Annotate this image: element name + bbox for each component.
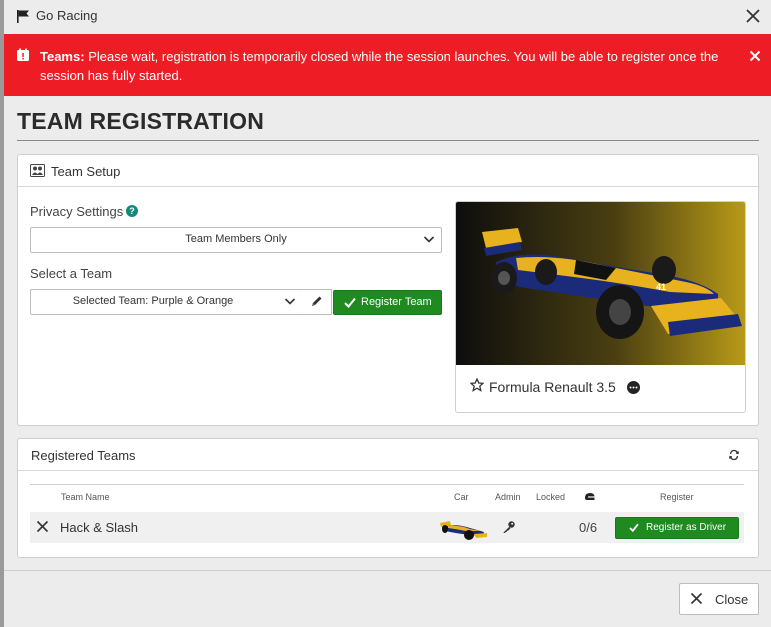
helmet-icon [585, 493, 595, 500]
check-icon [344, 297, 356, 308]
table-top-rule [30, 484, 744, 485]
close-label: Close [715, 592, 749, 607]
refresh-icon[interactable] [729, 449, 739, 461]
team-registration-dialog: Go Racing Teams: Please wait, registrati… [4, 0, 771, 627]
column-team-name: Team Name [61, 492, 110, 502]
select-team-label: Select a Team [30, 266, 113, 281]
privacy-settings-value: Team Members Only [185, 233, 287, 245]
drivers-count-cell: 0/6 [579, 520, 598, 535]
column-register: Register [660, 492, 694, 502]
footer-divider [4, 570, 771, 571]
help-icon[interactable]: ? [126, 205, 138, 217]
team-members-icon [30, 164, 45, 177]
registered-teams-header: Registered Teams [18, 439, 758, 471]
car-name: Formula Renault 3.5 [489, 379, 616, 395]
register-team-label: Register Team [361, 296, 432, 308]
page-title: TEAM REGISTRATION [17, 108, 265, 134]
star-icon[interactable] [470, 378, 484, 392]
car-card: 41 Formula Renault 3.5 [455, 201, 746, 413]
chevron-down-icon [423, 236, 435, 243]
close-button[interactable]: Close [679, 583, 759, 615]
car-image: 41 [456, 202, 745, 365]
team-name-cell: Hack & Slash [60, 520, 139, 535]
selected-team-value: Selected Team: Purple & Orange [72, 295, 234, 307]
dialog-titlebar: Go Racing [4, 0, 771, 33]
register-as-driver-label: Register as Driver [646, 522, 727, 533]
register-team-button[interactable]: Register Team [333, 290, 442, 315]
registered-teams-title: Registered Teams [31, 448, 136, 463]
edit-team-button[interactable] [301, 289, 332, 315]
privacy-settings-label: Privacy Settings [30, 204, 124, 219]
close-icon[interactable] [744, 7, 762, 25]
flag-icon [17, 10, 29, 23]
svg-text:41: 41 [656, 282, 666, 292]
dismiss-alert-icon[interactable] [749, 50, 761, 62]
team-setup-header: Team Setup [18, 155, 758, 187]
column-car: Car [454, 492, 469, 502]
register-as-driver-button[interactable]: Register as Driver [615, 517, 739, 539]
close-icon [690, 592, 703, 605]
table-row: Hack & Slash 0/6 Register as Driver [30, 512, 744, 543]
team-setup-title: Team Setup [51, 164, 121, 179]
check-icon [629, 523, 639, 532]
calendar-alert-icon [17, 48, 29, 61]
key-icon [503, 521, 515, 533]
remove-team-icon[interactable] [36, 520, 49, 533]
dialog-title: Go Racing [36, 8, 98, 23]
ellipsis-circle-icon[interactable] [627, 381, 640, 394]
pencil-icon [312, 296, 322, 306]
alert-label: Teams: [40, 49, 85, 64]
privacy-settings-select[interactable]: Team Members Only [30, 227, 442, 253]
alert-message: Teams: Please wait, registration is temp… [40, 47, 735, 85]
column-admin: Admin [495, 492, 521, 502]
car-thumbnail [440, 521, 487, 540]
registration-closed-alert: Teams: Please wait, registration is temp… [4, 34, 771, 96]
team-select[interactable]: Selected Team: Purple & Orange [30, 289, 302, 315]
title-divider [17, 140, 759, 141]
alert-body: Please wait, registration is temporarily… [40, 49, 719, 83]
chevron-down-icon [284, 298, 296, 305]
column-locked: Locked [536, 492, 566, 502]
